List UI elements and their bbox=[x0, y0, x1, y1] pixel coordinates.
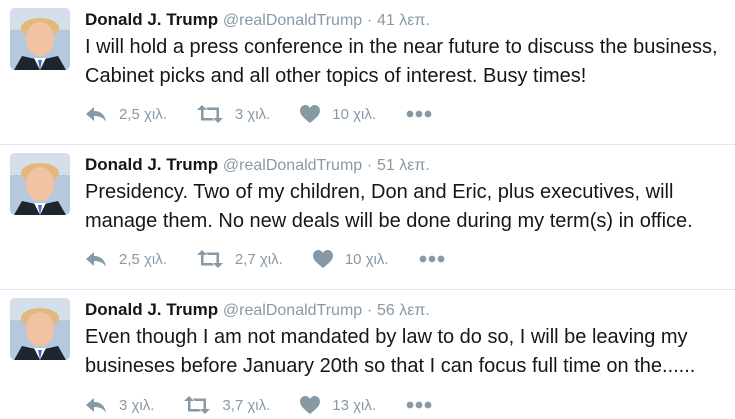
like-button[interactable]: 10 χιλ. bbox=[300, 105, 376, 123]
heart-icon bbox=[300, 396, 321, 414]
avatar[interactable] bbox=[10, 298, 70, 360]
tweet: Donald J. Trump @realDonaldTrump · 51 λε… bbox=[0, 145, 735, 290]
retweet-button[interactable]: 3 χιλ. bbox=[196, 105, 271, 123]
tweet-timestamp[interactable]: 56 λεπ. bbox=[377, 302, 430, 319]
reply-icon bbox=[86, 252, 106, 267]
retweet-count: 2,7 χιλ. bbox=[234, 250, 283, 268]
separator-dot: · bbox=[366, 302, 373, 319]
separator-dot: · bbox=[366, 12, 373, 29]
tweet-header: Donald J. Trump @realDonaldTrump · 56 λε… bbox=[85, 300, 430, 321]
tweet-timestamp[interactable]: 51 λεπ. bbox=[377, 157, 430, 174]
reply-count: 3 χιλ. bbox=[119, 396, 155, 414]
reply-icon bbox=[86, 107, 106, 122]
retweet-icon bbox=[196, 250, 223, 268]
reply-count: 2,5 χιλ. bbox=[119, 250, 167, 268]
tweet-actions: 2,5 χιλ. 3 χιλ. 10 χιλ. bbox=[85, 103, 432, 125]
tweet-actions: 2,5 χιλ. 2,7 χιλ. 10 χιλ. bbox=[85, 248, 445, 270]
retweet-count: 3,7 χιλ. bbox=[222, 396, 271, 414]
more-dots-icon bbox=[406, 401, 432, 409]
tweet-header: Donald J. Trump @realDonaldTrump · 41 λε… bbox=[85, 10, 430, 31]
reply-count: 2,5 χιλ. bbox=[119, 105, 167, 123]
more-options-button[interactable] bbox=[419, 255, 445, 263]
retweet-count: 3 χιλ. bbox=[234, 105, 271, 123]
like-button[interactable]: 10 χιλ. bbox=[312, 250, 389, 268]
more-options-button[interactable] bbox=[406, 401, 432, 409]
like-count: 13 χιλ. bbox=[332, 396, 377, 414]
reply-button[interactable]: 2,5 χιλ. bbox=[85, 105, 167, 123]
heart-icon bbox=[312, 250, 333, 268]
reply-icon bbox=[86, 398, 106, 413]
tweet: Donald J. Trump @realDonaldTrump · 56 λε… bbox=[0, 290, 735, 419]
more-dots-icon bbox=[406, 110, 432, 118]
avatar[interactable] bbox=[10, 153, 70, 215]
retweet-button[interactable]: 3,7 χιλ. bbox=[184, 396, 270, 414]
author-name[interactable]: Donald J. Trump bbox=[85, 300, 218, 319]
tweet-header: Donald J. Trump @realDonaldTrump · 51 λε… bbox=[85, 155, 430, 176]
more-dots-icon bbox=[419, 255, 444, 263]
author-name[interactable]: Donald J. Trump bbox=[85, 155, 218, 174]
like-button[interactable]: 13 χιλ. bbox=[300, 396, 376, 414]
heart-icon bbox=[300, 105, 321, 123]
tweet-feed: Donald J. Trump @realDonaldTrump · 41 λε… bbox=[0, 0, 735, 419]
tweet-timestamp[interactable]: 41 λεπ. bbox=[377, 12, 430, 29]
retweet-icon bbox=[196, 105, 223, 123]
reply-button[interactable]: 2,5 χιλ. bbox=[85, 250, 167, 268]
author-handle[interactable]: @realDonaldTrump bbox=[223, 302, 362, 319]
more-options-button[interactable] bbox=[406, 110, 432, 118]
reply-button[interactable]: 3 χιλ. bbox=[85, 396, 154, 414]
author-name[interactable]: Donald J. Trump bbox=[85, 10, 218, 29]
avatar[interactable] bbox=[10, 8, 70, 70]
like-count: 10 χιλ. bbox=[344, 250, 389, 268]
author-handle[interactable]: @realDonaldTrump bbox=[223, 157, 362, 174]
like-count: 10 χιλ. bbox=[332, 105, 377, 123]
tweet: Donald J. Trump @realDonaldTrump · 41 λε… bbox=[0, 0, 735, 145]
tweet-text: Presidency. Two of my children, Don and … bbox=[85, 181, 693, 232]
retweet-button[interactable]: 2,7 χιλ. bbox=[196, 250, 283, 268]
retweet-icon bbox=[184, 396, 211, 414]
author-handle[interactable]: @realDonaldTrump bbox=[223, 12, 362, 29]
tweet-actions: 3 χιλ. 3,7 χιλ. 13 χιλ. bbox=[85, 394, 432, 416]
separator-dot: · bbox=[366, 157, 373, 174]
tweet-text: Even though I am not mandated by law to … bbox=[85, 326, 696, 377]
tweet-text: I will hold a press conference in the ne… bbox=[85, 36, 718, 87]
